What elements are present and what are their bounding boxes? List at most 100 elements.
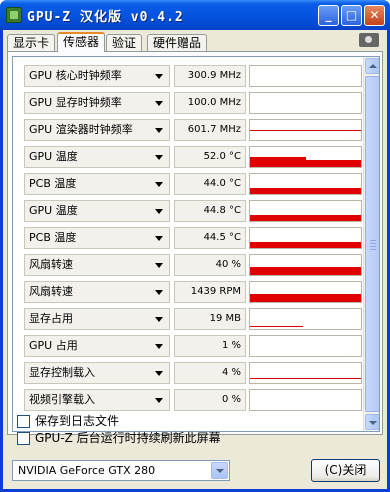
tab-graphics-card[interactable]: 显示卡 xyxy=(7,34,56,51)
sensor-name-dropdown[interactable]: GPU 渲染器时钟频率 xyxy=(24,119,170,141)
scroll-down-button[interactable] xyxy=(365,414,379,430)
sensor-name-label: GPU 温度 xyxy=(29,204,78,217)
sensor-graph-bar xyxy=(250,294,361,302)
sensor-name-dropdown[interactable]: GPU 温度 xyxy=(24,200,170,222)
sensor-list[interactable]: GPU 核心时钟频率 300.9 MHz GPU 显存时钟频率 100.0 MHz GP… xyxy=(12,56,380,432)
sensor-graph-bar xyxy=(250,267,361,275)
device-select[interactable]: NVIDIA GeForce GTX 280 xyxy=(12,460,230,481)
sensor-name-dropdown[interactable]: GPU 显存时钟频率 xyxy=(24,92,170,114)
sensor-value: 40 % xyxy=(174,254,246,276)
close-window-button[interactable]: ✕ xyxy=(364,5,385,26)
gpu-z-app-icon[interactable] xyxy=(6,7,22,23)
scroll-thumb[interactable] xyxy=(365,76,379,412)
sensor-row: PCB 温度 44.0 °C xyxy=(24,171,364,198)
sensor-value: 44.8 °C xyxy=(174,200,246,222)
sensor-name-dropdown[interactable]: 视频引擎载入 xyxy=(24,389,170,411)
log-to-file-checkbox[interactable] xyxy=(17,415,30,428)
dropdown-arrow-icon[interactable] xyxy=(155,317,163,322)
chevron-down-icon[interactable] xyxy=(211,462,228,479)
tab-sensors[interactable]: 传感器 xyxy=(57,32,106,52)
tab-hardware-giveaway[interactable]: 硬件赠品 xyxy=(147,34,208,51)
dropdown-arrow-icon[interactable] xyxy=(155,209,163,214)
dropdown-arrow-icon[interactable] xyxy=(155,398,163,403)
dropdown-arrow-icon[interactable] xyxy=(155,344,163,349)
sensor-graph xyxy=(249,200,362,222)
sensor-name-dropdown[interactable]: GPU 占用 xyxy=(24,335,170,357)
vertical-scrollbar[interactable] xyxy=(363,57,379,431)
sensor-value: 1439 RPM xyxy=(174,281,246,303)
dropdown-arrow-icon[interactable] xyxy=(155,182,163,187)
sensor-name-dropdown[interactable]: GPU 核心时钟频率 xyxy=(24,65,170,87)
sensor-name-dropdown[interactable]: PCB 温度 xyxy=(24,173,170,195)
sensor-row: PCB 温度 44.5 °C xyxy=(24,225,364,252)
sensor-graph xyxy=(249,308,362,330)
log-to-file-label[interactable]: 保存到日志文件 xyxy=(35,414,119,429)
sensor-graph xyxy=(249,335,362,357)
continue-refresh-label[interactable]: GPU-Z 后台运行时持续刷新此屏幕 xyxy=(35,431,221,446)
title-bar[interactable]: GPU-Z 汉化版 v0.4.2 _ □ ✕ xyxy=(0,0,390,30)
sensor-value: 44.0 °C xyxy=(174,173,246,195)
sensor-name-label: 显存控制载入 xyxy=(29,366,95,379)
sensor-row: 显存占用 19 MB xyxy=(24,306,364,333)
close-button[interactable]: (C)关闭 xyxy=(311,459,380,482)
dropdown-arrow-icon[interactable] xyxy=(155,101,163,106)
sensor-name-label: GPU 温度 xyxy=(29,150,78,163)
device-select-value: NVIDIA GeForce GTX 280 xyxy=(18,464,156,477)
window-title: GPU-Z 汉化版 v0.4.2 xyxy=(27,10,184,25)
sensor-value: 0 % xyxy=(174,389,246,411)
sensor-name-label: 风扇转速 xyxy=(29,285,73,298)
dropdown-arrow-icon[interactable] xyxy=(155,371,163,376)
sensor-graph xyxy=(249,146,362,168)
sensor-value: 4 % xyxy=(174,362,246,384)
sensor-graph-line xyxy=(250,378,361,379)
sensor-graph xyxy=(249,389,362,411)
minimize-button[interactable]: _ xyxy=(318,5,339,26)
sensor-name-dropdown[interactable]: 风扇转速 xyxy=(24,254,170,276)
sensor-name-dropdown[interactable]: 显存控制载入 xyxy=(24,362,170,384)
sensor-row: GPU 显存时钟频率 100.0 MHz xyxy=(24,90,364,117)
sensor-name-label: GPU 显存时钟频率 xyxy=(29,96,122,109)
sensor-name-label: 显存占用 xyxy=(29,312,73,325)
scroll-up-button[interactable] xyxy=(365,58,379,74)
sensor-row: GPU 温度 44.8 °C xyxy=(24,198,364,225)
camera-icon[interactable] xyxy=(359,33,379,47)
dropdown-arrow-icon[interactable] xyxy=(155,290,163,295)
sensor-graph xyxy=(249,254,362,276)
sensor-value: 52.0 °C xyxy=(174,146,246,168)
sensor-name-label: PCB 温度 xyxy=(29,231,77,244)
sensor-graph xyxy=(249,173,362,195)
sensor-name-dropdown[interactable]: 风扇转速 xyxy=(24,281,170,303)
dropdown-arrow-icon[interactable] xyxy=(155,74,163,79)
dropdown-arrow-icon[interactable] xyxy=(155,263,163,268)
sensor-row: GPU 占用 1 % xyxy=(24,333,364,360)
sensor-value: 19 MB xyxy=(174,308,246,330)
sensor-row: 显存控制载入 4 % xyxy=(24,360,364,387)
sensor-graph-bar xyxy=(250,188,361,194)
sensor-row: GPU 渲染器时钟频率 601.7 MHz xyxy=(24,117,364,144)
sensor-graph xyxy=(249,227,362,249)
continue-refresh-checkbox[interactable] xyxy=(17,432,30,445)
dropdown-arrow-icon[interactable] xyxy=(155,128,163,133)
sensor-value: 300.9 MHz xyxy=(174,65,246,87)
sensor-rows: GPU 核心时钟频率 300.9 MHz GPU 显存时钟频率 100.0 MHz GP… xyxy=(24,63,364,414)
sensor-graph xyxy=(249,119,362,141)
gpu-z-window: GPU-Z 汉化版 v0.4.2 _ □ ✕ 显示卡 传感器 验证 硬件赠品 G… xyxy=(0,0,390,492)
maximize-button[interactable]: □ xyxy=(341,5,362,26)
sensor-name-label: GPU 占用 xyxy=(29,339,78,352)
dropdown-arrow-icon[interactable] xyxy=(155,155,163,160)
sensor-name-dropdown[interactable]: PCB 温度 xyxy=(24,227,170,249)
sensors-panel: GPU 核心时钟频率 300.9 MHz GPU 显存时钟频率 100.0 MHz GP… xyxy=(7,51,383,435)
sensor-name-label: 视频引擎载入 xyxy=(29,393,95,406)
sensor-row: GPU 温度 52.0 °C xyxy=(24,144,364,171)
dropdown-arrow-icon[interactable] xyxy=(155,236,163,241)
sensor-name-dropdown[interactable]: GPU 温度 xyxy=(24,146,170,168)
sensor-name-label: GPU 渲染器时钟频率 xyxy=(29,123,133,136)
tab-validation[interactable]: 验证 xyxy=(106,34,143,51)
sensor-graph-peak xyxy=(250,157,306,167)
sensor-graph-bar xyxy=(250,242,361,248)
sensor-row: 风扇转速 40 % xyxy=(24,252,364,279)
sensor-name-label: PCB 温度 xyxy=(29,177,77,190)
sensor-value: 44.5 °C xyxy=(174,227,246,249)
sensor-name-dropdown[interactable]: 显存占用 xyxy=(24,308,170,330)
sensor-value: 100.0 MHz xyxy=(174,92,246,114)
